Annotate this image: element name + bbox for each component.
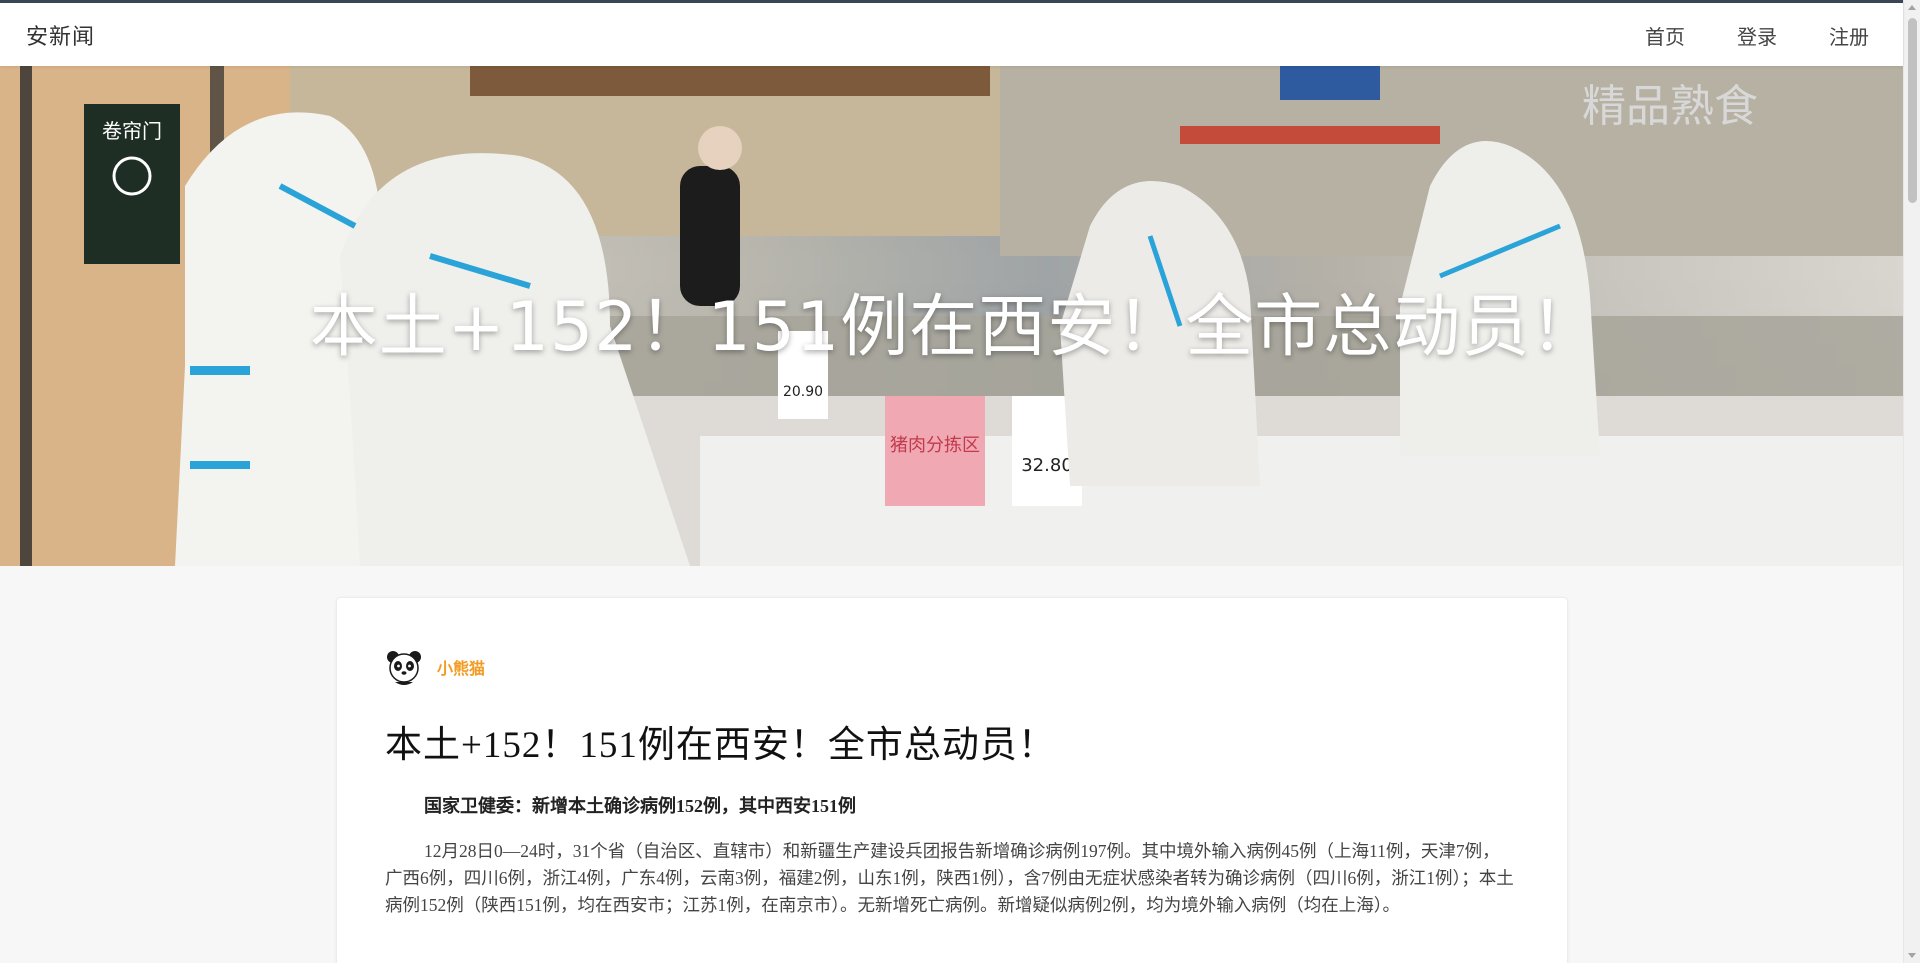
author-info[interactable]: 小熊猫 bbox=[385, 648, 485, 686]
hero-tape-2 bbox=[190, 461, 250, 469]
nav-home-link[interactable]: 首页 bbox=[1645, 21, 1685, 50]
article-card: 小熊猫 本土+152！151例在西安！全市总动员！ 国家卫健委：新增本土确诊病例… bbox=[336, 597, 1568, 963]
scroll-thumb[interactable] bbox=[1908, 18, 1917, 203]
panda-avatar-icon[interactable] bbox=[385, 648, 423, 686]
nav-login-link[interactable]: 登录 bbox=[1737, 21, 1777, 50]
panda-avatar-svg bbox=[387, 651, 421, 685]
site-brand[interactable]: 安新闻 bbox=[26, 19, 95, 51]
article-title: 本土+152！151例在西安！全市总动员！ bbox=[385, 725, 1056, 766]
article-paragraph: 12月28日0—24时，31个省（自治区、直辖市）和新疆生产建设兵团报告新增确诊… bbox=[385, 841, 1514, 915]
top-navbar: 安新闻 首页 登录 注册 bbox=[0, 0, 1903, 66]
hero-plastic-bags bbox=[700, 436, 1903, 566]
hero-price-1: 20.90 bbox=[783, 384, 823, 400]
hero-red-shelf bbox=[1180, 126, 1440, 144]
main-nav: 首页 登录 注册 bbox=[1645, 21, 1869, 50]
hero-blue-sign bbox=[1280, 66, 1380, 100]
hero-store-banner bbox=[470, 66, 990, 96]
article-subhead: 国家卫健委：新增本土确诊病例152例，其中西安151例 bbox=[424, 796, 856, 816]
hero-price-2: 32.80 bbox=[1021, 455, 1073, 476]
hero-person-black-head bbox=[698, 126, 742, 170]
hero-pink-sign-text: 猪肉分拣区 bbox=[890, 435, 980, 456]
hero-banner: 卷帘门 精品熟食 20.90 32.80 猪肉分拣区 本土+152！151例在西… bbox=[0, 66, 1903, 566]
scroll-down-arrow-icon[interactable] bbox=[1908, 953, 1916, 958]
scroll-up-arrow-icon[interactable] bbox=[1908, 5, 1916, 10]
author-name[interactable]: 小熊猫 bbox=[437, 655, 485, 679]
hero-store-sign-text: 精品熟食 bbox=[1582, 81, 1758, 132]
hero-title: 本土+152！151例在西安！全市总动员！ bbox=[309, 288, 1600, 367]
page-scrollbar[interactable] bbox=[1903, 0, 1920, 963]
hero-door-sign-text: 卷帘门 bbox=[102, 119, 162, 143]
nav-register-link[interactable]: 注册 bbox=[1829, 21, 1869, 50]
